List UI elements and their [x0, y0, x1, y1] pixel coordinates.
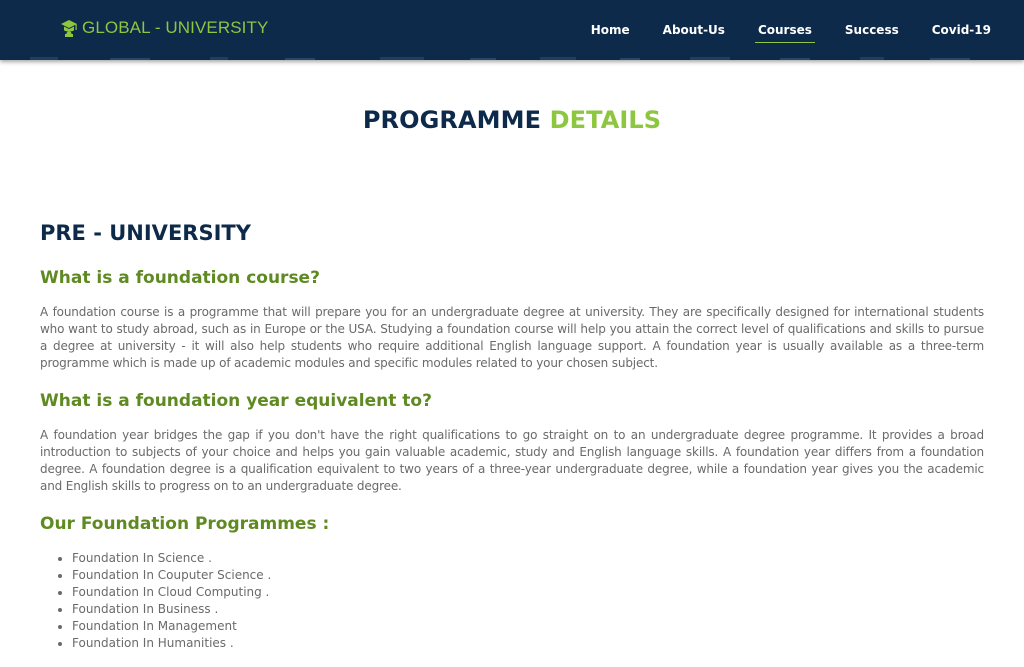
brand-link[interactable]: GLOBAL - UNIVERSITY	[60, 18, 268, 38]
list-item: Foundation In Business .	[72, 601, 984, 618]
brand-name: GLOBAL - UNIVERSITY	[82, 18, 269, 37]
nav-covid-19[interactable]: Covid-19	[932, 22, 991, 42]
navbar-decorative-edge	[0, 56, 1024, 60]
page-title: PROGRAMME DETAILS	[0, 106, 1024, 134]
list-item: Foundation In Science .	[72, 550, 984, 567]
list-item: Foundation In Couputer Science .	[72, 567, 984, 584]
foundation-year-heading: What is a foundation year equivalent to?	[40, 391, 432, 411]
programmes-list: Foundation In Science . Foundation In Co…	[40, 550, 984, 652]
section-title: PRE - UNIVERSITY	[40, 221, 251, 245]
nav-home[interactable]: Home	[591, 22, 630, 42]
list-item: Foundation In Management	[72, 618, 984, 635]
foundation-course-heading: What is a foundation course?	[40, 268, 320, 288]
graduation-cap-icon	[60, 19, 78, 37]
page-title-part1: PROGRAMME	[362, 106, 542, 134]
list-item: Foundation In Cloud Computing .	[72, 584, 984, 601]
page-title-part2: DETAILS	[549, 106, 662, 134]
nav-menu: Home About-Us Courses Success Covid-19	[591, 22, 1024, 43]
foundation-course-text: A foundation course is a programme that …	[40, 305, 984, 370]
main-content: PRE - UNIVERSITY What is a foundation co…	[40, 218, 984, 652]
nav-courses[interactable]: Courses	[754, 22, 815, 43]
nav-success[interactable]: Success	[845, 22, 899, 42]
programmes-heading: Our Foundation Programmes :	[40, 514, 330, 534]
foundation-year-text: A foundation year bridges the gap if you…	[40, 428, 984, 493]
list-item: Foundation In Humanities .	[72, 635, 984, 652]
nav-about-us[interactable]: About-Us	[663, 22, 725, 42]
navbar: GLOBAL - UNIVERSITY Home About-Us Course…	[0, 0, 1024, 60]
